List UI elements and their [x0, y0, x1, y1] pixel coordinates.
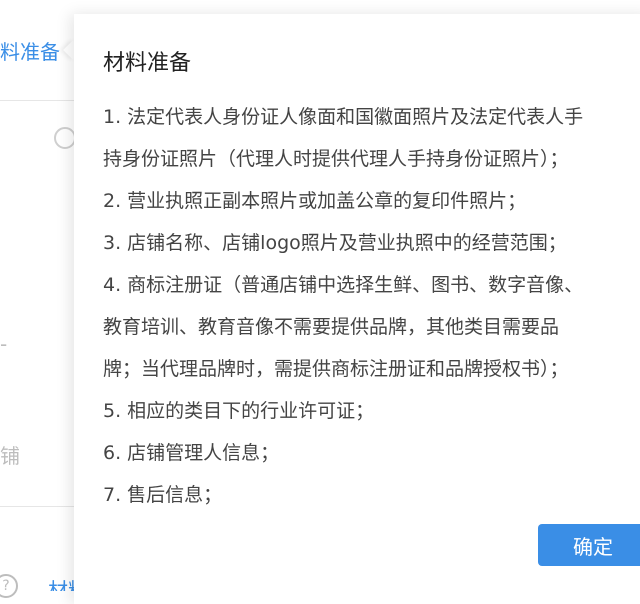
header-divider [0, 100, 74, 101]
radio-button[interactable] [54, 127, 76, 149]
list-item: 3. 店铺名称、店铺logo照片及营业执照中的经营范围； [103, 232, 567, 254]
side-text-fragment: 铺 [0, 444, 20, 468]
list-item: 6. 店铺管理人信息； [103, 442, 280, 464]
list-item: 2. 营业执照正副本照片或加盖公章的复印件照片； [103, 190, 527, 212]
popover-title: 材料准备 [103, 51, 192, 76]
popover-arrow-mask [74, 35, 88, 65]
help-icon[interactable]: ? [0, 574, 18, 598]
confirm-button[interactable]: 确定 [538, 524, 640, 566]
list-item: 7. 售后信息； [103, 484, 223, 506]
side-text-fragment: - [0, 332, 8, 356]
list-item: 1. 法定代表人身份证人像面和国徽面照片及法定代表人手 持身份证照片（代理人时提… [103, 106, 584, 170]
list-item: 4. 商标注册证（普通店铺中选择生鲜、图书、数字音像、 教育培训、教育音像不需要… [103, 274, 584, 380]
section-divider [0, 506, 74, 507]
list-item: 5. 相应的类目下的行业许可证； [103, 400, 375, 422]
materials-list: 1. 法定代表人身份证人像面和国徽面照片及法定代表人手 持身份证照片（代理人时提… [103, 96, 633, 516]
material-prep-tab[interactable]: 料准备 [0, 36, 60, 65]
